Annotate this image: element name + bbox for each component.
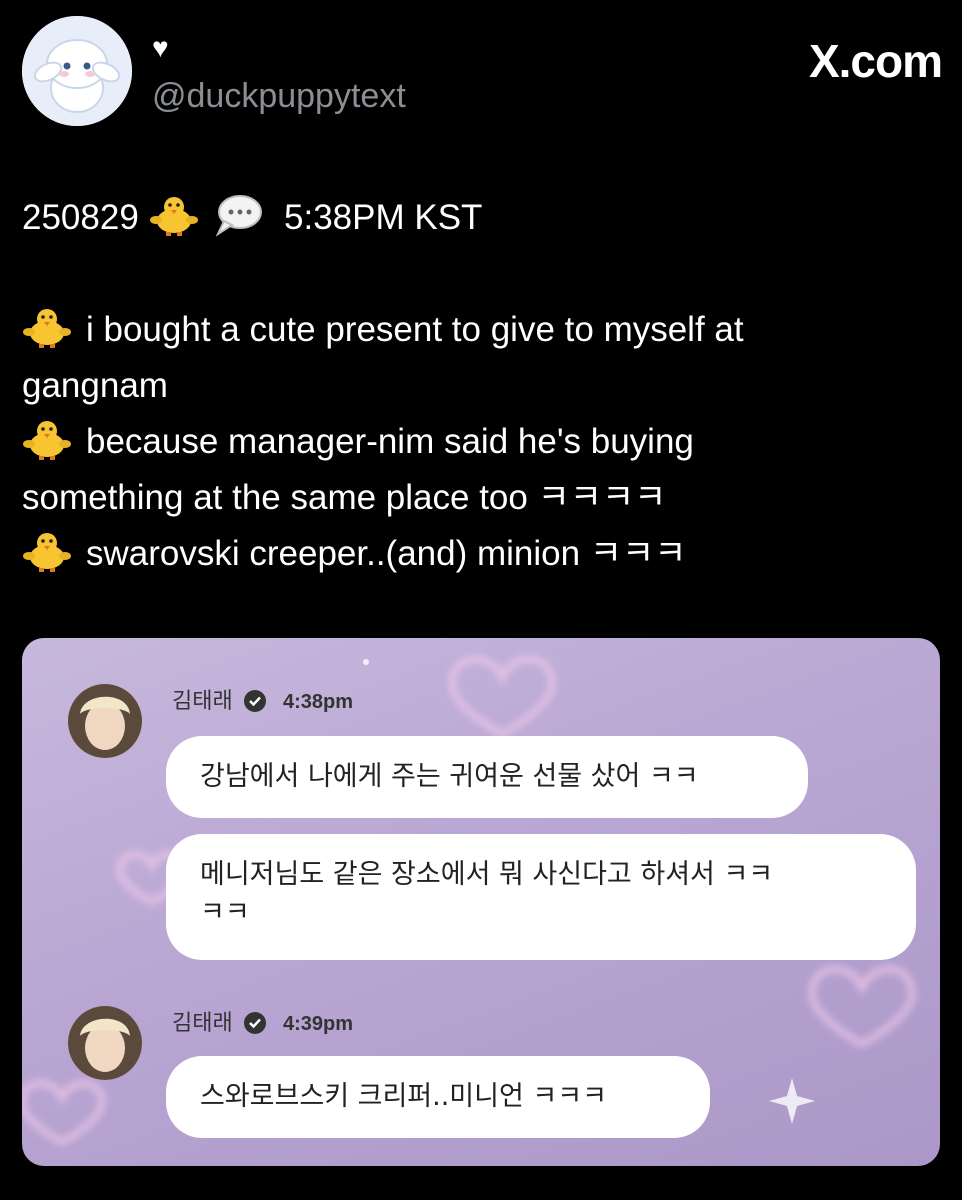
message-time: 4:39pm	[282, 1013, 354, 1035]
x-brand-logo: X.com	[808, 35, 943, 87]
display-name[interactable]: ♥	[152, 32, 169, 64]
message-time: 4:38pm	[282, 691, 354, 713]
message-text: 강남에서 나에게 주는 귀여운 선물 샀어 ㅋㅋ	[200, 761, 699, 792]
message-bubble[interactable]: 스와로브스키 크리퍼..미니언 ㅋㅋㅋ	[166, 1056, 710, 1138]
profile-avatar[interactable]	[22, 16, 132, 126]
user-handle[interactable]: @duckpuppytext	[152, 76, 406, 116]
tweet-line: something at the same place too ㅋㅋㅋㅋ	[22, 470, 942, 526]
chat-screenshot[interactable]: 김태래 4:38pm 강남에서 나에게 주는 귀여운 선물 샀어 ㅋㅋ 메니저님…	[22, 638, 940, 1166]
tweet-text: 250829 5:38PM KST i bought a cute presen…	[22, 190, 942, 582]
tweet-date-line: 250829 5:38PM KST	[22, 190, 942, 246]
message-text: 메니저님도 같은 장소에서 뭐 사신다고 하셔서 ㅋㅋ	[200, 859, 774, 890]
message-text: ㅋㅋ	[200, 897, 250, 928]
tweet-line-text: something at the same place too ㅋㅋㅋㅋ	[22, 478, 667, 517]
tweet-line-text: gangnam	[22, 366, 168, 405]
message-text: 스와로브스키 크리퍼..미니언 ㅋㅋㅋ	[200, 1081, 607, 1112]
tweet-header: ♥ @duckpuppytext X.com	[22, 16, 943, 126]
speech-bubble-icon	[215, 195, 263, 237]
message-meta: 김태래 4:39pm	[172, 1010, 353, 1037]
sender-avatar[interactable]	[68, 1006, 142, 1080]
message-meta: 김태래 4:38pm	[172, 688, 353, 715]
tweet-line: i bought a cute present to give to mysel…	[22, 302, 942, 358]
message-bubble[interactable]: 강남에서 나에게 주는 귀여운 선물 샀어 ㅋㅋ	[166, 736, 808, 818]
message-bubble[interactable]: 메니저님도 같은 장소에서 뭐 사신다고 하셔서 ㅋㅋ ㅋㅋ	[166, 834, 916, 960]
chick-icon	[149, 197, 198, 236]
tweet-line: swarovski creeper..(and) minion ㅋㅋㅋ	[22, 526, 942, 582]
sender-name: 김태래	[172, 688, 233, 713]
chick-icon	[23, 421, 71, 460]
verified-badge-icon	[243, 1012, 266, 1034]
tweet-line-text: i bought a cute present to give to mysel…	[86, 310, 744, 349]
tweet-line: because manager-nim said he's buying	[22, 414, 942, 470]
tweet-time: 5:38PM KST	[284, 198, 483, 237]
tweet-date-code: 250829	[22, 198, 139, 237]
sender-name: 김태래	[172, 1010, 233, 1035]
sender-avatar[interactable]	[68, 684, 142, 758]
verified-badge-icon	[243, 690, 266, 712]
tweet-line: gangnam	[22, 358, 942, 414]
tweet-line-text: because manager-nim said he's buying	[86, 422, 694, 461]
chick-icon	[23, 309, 71, 348]
chick-icon	[23, 533, 71, 572]
tweet-line-text: swarovski creeper..(and) minion ㅋㅋㅋ	[86, 534, 687, 573]
